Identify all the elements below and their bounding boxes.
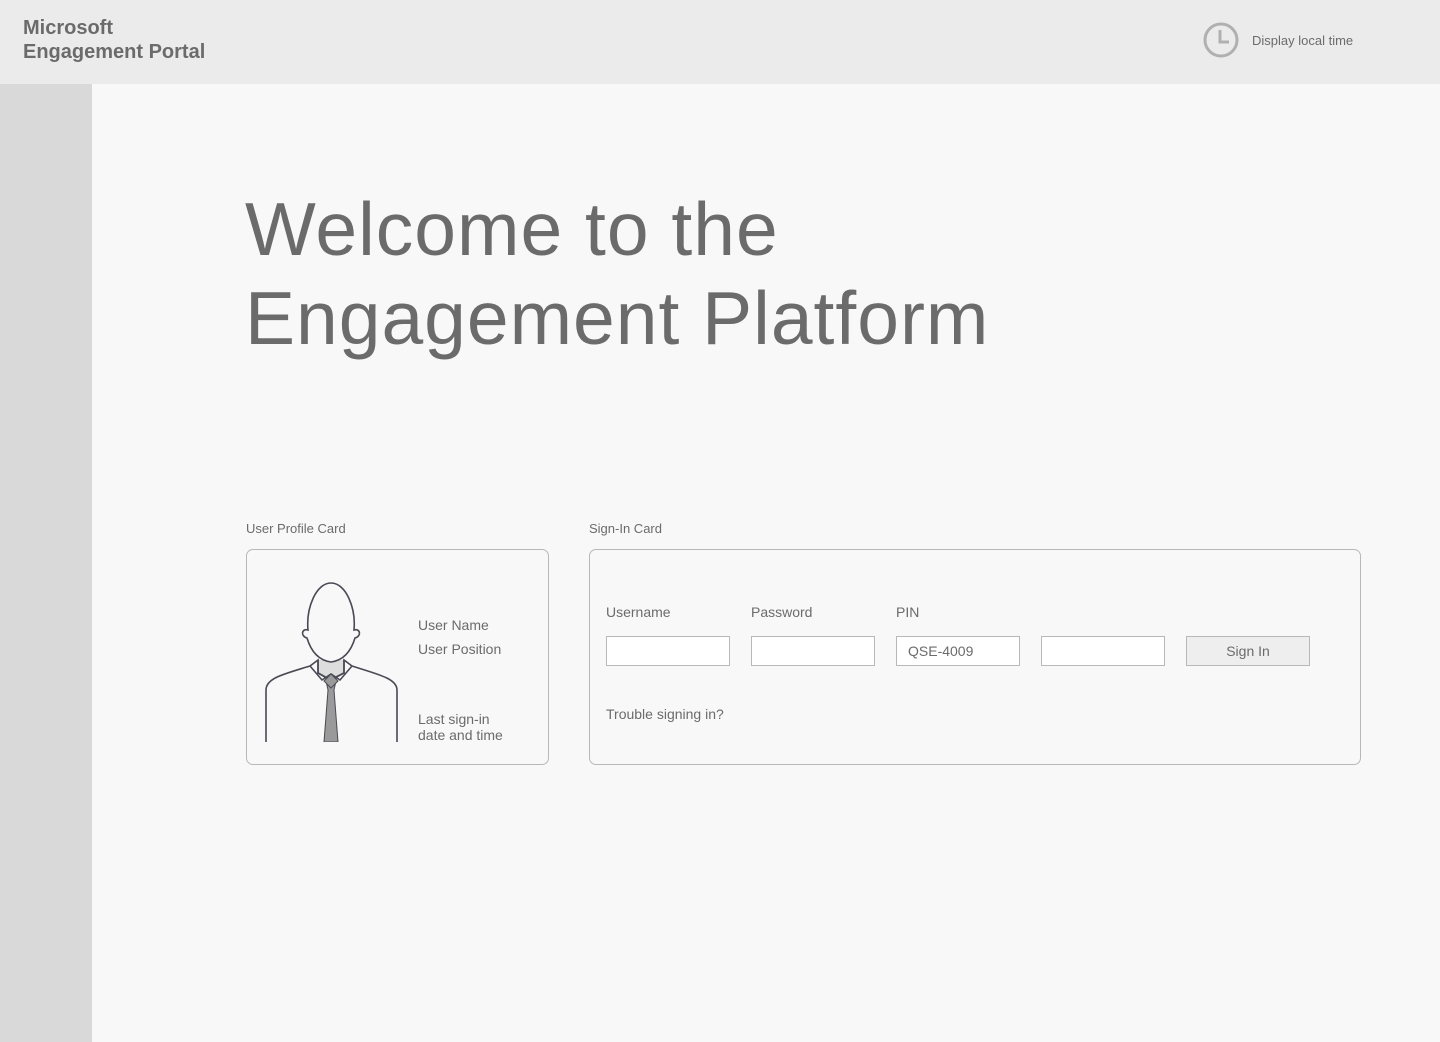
brand-line-1: Microsoft [23,17,113,39]
trouble-signing-in-link[interactable]: Trouble signing in? [606,706,724,722]
pin-field[interactable] [896,636,1020,666]
sidebar [0,84,92,1042]
local-time-display: Display local time [1252,33,1354,48]
signin-card: Username Password PIN Sign In Trouble si… [589,549,1361,765]
last-signin-line-2: date and time [418,727,503,743]
top-bar: Microsoft Engagement Portal Display loca… [0,0,1440,84]
page-title: Welcome to the Engagement Platform [245,185,1145,363]
username-field[interactable] [606,636,730,666]
last-signin-line-1: Last sign-in [418,711,490,727]
profile-card-caption: User Profile Card [246,521,346,536]
brand-title: Microsoft Engagement Portal [23,16,205,64]
last-signin: Last sign-in date and time [418,711,503,743]
welcome-line-2: Engagement Platform [245,276,990,360]
password-field[interactable] [751,636,875,666]
signin-card-caption: Sign-In Card [589,521,662,536]
username-label: Username [606,604,671,620]
user-position: User Position [418,641,502,657]
user-profile-card: User Name User Position Last sign-in dat… [246,549,549,765]
user-avatar-icon [265,582,398,742]
clock-icon [1203,22,1239,58]
brand-line-2: Engagement Portal [23,41,206,63]
password-label: Password [751,604,813,620]
pin-extra-field[interactable] [1041,636,1165,666]
pin-label: PIN [896,604,920,620]
signin-button[interactable]: Sign In [1186,636,1310,666]
welcome-line-1: Welcome to the [245,187,779,271]
user-name: User Name [418,617,489,633]
